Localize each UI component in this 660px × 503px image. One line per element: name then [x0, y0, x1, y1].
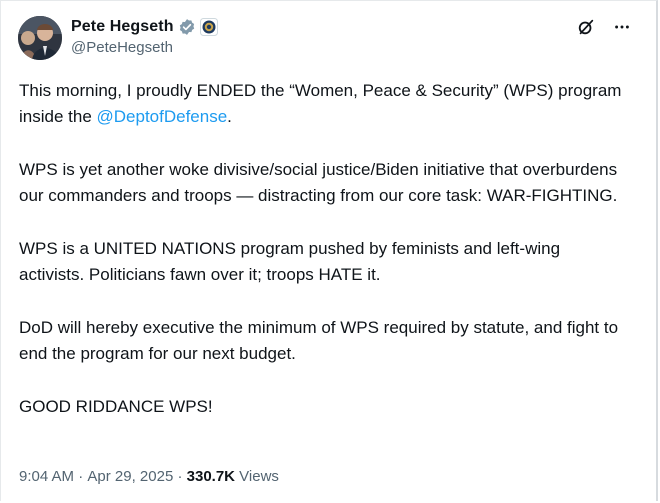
author-handle[interactable]: @PeteHegseth — [71, 39, 173, 56]
verified-badge-icon — [178, 18, 196, 36]
meta-separator-2: · — [173, 468, 187, 485]
meta-separator: · — [74, 468, 88, 485]
grok-icon[interactable] — [576, 17, 596, 37]
tweet-paragraph-2: WPS is yet another woke divisive/social … — [19, 160, 618, 205]
tweet-card: Pete Hegseth @PeteHegseth This morning, … — [0, 0, 658, 501]
dod-seal-icon[interactable] — [199, 18, 218, 36]
display-name[interactable]: Pete Hegseth — [71, 18, 174, 36]
tweet-text: This morning, I proudly ENDED the “Women… — [19, 78, 629, 447]
tweet-paragraph-4: DoD will hereby executive the minimum of… — [19, 318, 619, 363]
tweet-meta: 9:04 AM · Apr 29, 2025 · 330.7K Views — [19, 468, 279, 485]
more-horizontal-icon[interactable] — [612, 17, 632, 37]
tweet-top-actions — [576, 17, 632, 37]
tweet-paragraph-1: This morning, I proudly ENDED the “Women… — [19, 78, 629, 130]
tweet-paragraph-5: GOOD RIDDANCE WPS! — [19, 397, 213, 416]
tweet-time[interactable]: 9:04 AM — [19, 468, 74, 485]
views-label: Views — [235, 468, 279, 485]
mention-link[interactable]: @DeptofDefense — [97, 107, 228, 126]
avatar[interactable] — [18, 16, 62, 60]
views-count[interactable]: 330.7K — [187, 468, 235, 485]
tweet-date[interactable]: Apr 29, 2025 — [87, 468, 173, 485]
tweet-paragraph-1-end: . — [227, 107, 232, 126]
tweet-paragraph-3: WPS is a UNITED NATIONS program pushed b… — [19, 239, 561, 284]
author-name-row: Pete Hegseth — [71, 16, 218, 38]
